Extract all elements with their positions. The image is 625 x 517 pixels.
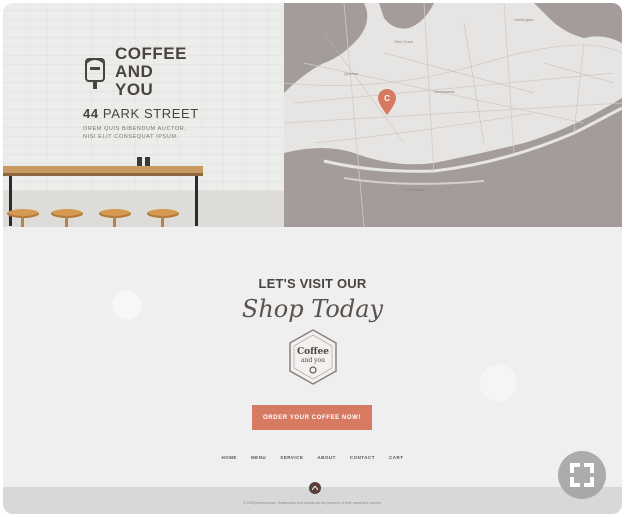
mailbox-icon [85,58,105,89]
scroll-up-button[interactable] [309,482,321,494]
tagline-line-1: OREM QUIS BIBENDUM AUCTOR, [83,126,187,132]
copyright-text: © 2015 jabresources. Trademarks and bran… [243,501,382,505]
hero-photo: COFFEE AND YOU 44 PARK STREET OREM QUIS … [3,3,284,227]
nav-about[interactable]: ABOUT [317,455,336,460]
location-map[interactable]: Huntington Hempstead Long Beach Glen Cov… [284,3,622,227]
address: 44 PARK STREET [83,106,199,121]
expand-button[interactable] [558,451,606,499]
map-label: Hempstead [434,89,454,94]
nav-menu[interactable]: MENU [251,455,266,460]
stool-leg [65,216,68,227]
badge-line-2: and you [301,357,325,364]
brand-line-3: YOU [115,80,154,99]
table-top [3,166,203,173]
nav-contact[interactable]: CONTACT [350,455,375,460]
nav-home[interactable]: HOME [221,455,237,460]
visit-section: LET'S VISIT OUR Shop Today Coffee and yo… [3,227,622,487]
coffee-badge-logo: Coffee and you [289,329,337,385]
brand-line-2: AND [115,62,154,81]
nav-cart[interactable]: CART [389,455,404,460]
map-pin-icon[interactable]: C [378,89,396,115]
brand-line-1: COFFEE [115,44,187,63]
page-frame: COFFEE AND YOU 44 PARK STREET OREM QUIS … [3,3,622,514]
expand-icon [570,463,594,487]
hero-section: COFFEE AND YOU 44 PARK STREET OREM QUIS … [3,3,622,227]
address-number: 44 [83,106,99,121]
tagline: OREM QUIS BIBENDUM AUCTOR, NISI ELIT CON… [83,125,203,141]
address-street: PARK STREET [102,106,199,121]
map-label: Huntington [514,17,533,22]
table-leg [195,176,198,226]
badge-line-1: Coffee [297,347,329,357]
map-label: Glen Cove [394,39,414,44]
table-edge [3,173,203,176]
cup [137,157,142,166]
stool-leg [21,216,24,227]
visit-script-title: Shop Today [241,295,384,323]
stool-leg [113,216,116,227]
tagline-line-2: NISI ELIT CONSEQUAT IPSUM. [83,134,179,140]
footer-nav: HOME MENU SERVICE ABOUT CONTACT CART [3,455,622,460]
brand-name: COFFEE AND YOU [115,45,187,99]
table-leg [9,176,12,226]
cup [145,157,150,166]
map-graphic: Huntington Hempstead Long Beach Glen Cov… [284,3,622,227]
floor [3,191,284,227]
map-pin-label: C [384,94,390,103]
stool-leg [161,216,164,227]
visit-heading: LET'S VISIT OUR [258,276,367,291]
map-label: Long Beach [404,187,425,192]
order-now-button[interactable]: ORDER YOUR COFFEE NOW! [252,405,372,430]
scroll-up-icon [312,486,318,490]
footer: © 2015 jabresources. Trademarks and bran… [3,482,622,514]
map-label: Queens [344,71,358,76]
nav-service[interactable]: SERVICE [280,455,303,460]
